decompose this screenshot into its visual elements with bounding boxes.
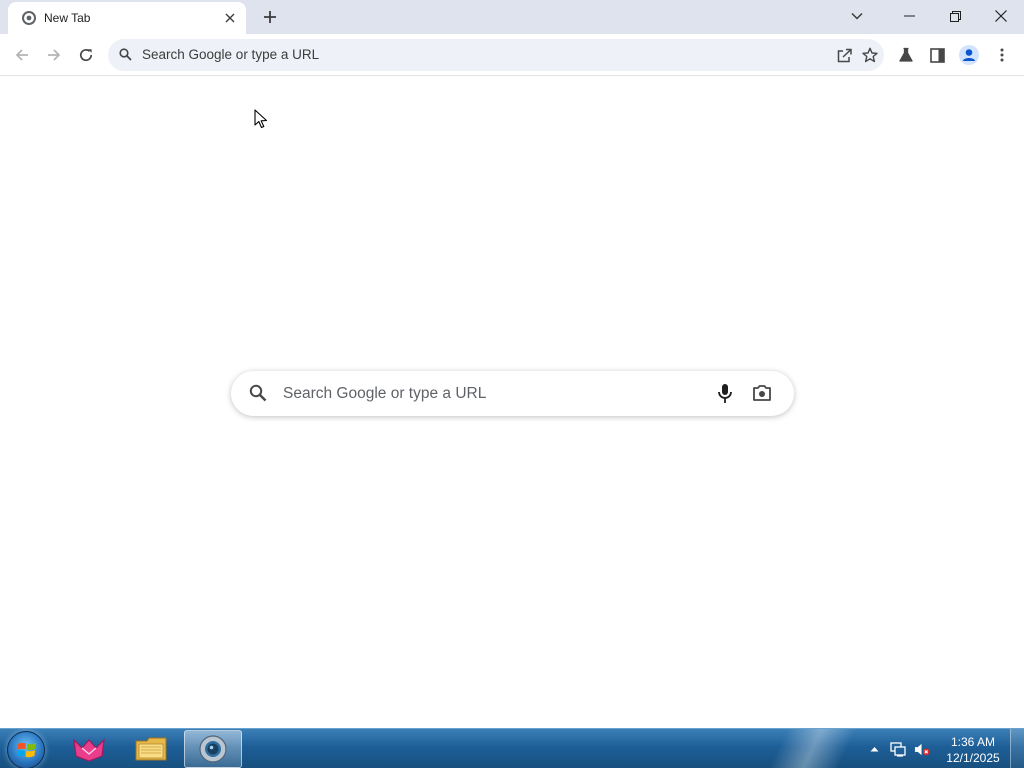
minimize-button[interactable] <box>886 0 932 32</box>
taskbar-app-launcher-icon[interactable] <box>60 730 118 768</box>
network-icon[interactable] <box>890 741 906 757</box>
taskbar: 1:36 AM 12/1/2025 <box>0 728 1024 768</box>
search-icon <box>119 48 132 66</box>
clock-date: 12/1/2025 <box>946 751 1000 765</box>
close-window-button[interactable] <box>978 0 1024 32</box>
reload-button[interactable] <box>72 41 100 69</box>
menu-kebab-icon[interactable] <box>991 44 1013 66</box>
camera-lens-icon[interactable] <box>752 384 772 407</box>
tab-strip: New Tab <box>0 0 1024 34</box>
forward-button[interactable] <box>40 41 68 69</box>
microphone-icon[interactable] <box>717 383 733 409</box>
start-button[interactable] <box>7 731 45 768</box>
tray-overflow-chevron-up-icon[interactable] <box>866 741 882 757</box>
omnibox-input[interactable]: Search Google or type a URL <box>142 47 319 62</box>
back-button[interactable] <box>8 41 36 69</box>
taskbar-chrome-icon[interactable] <box>184 730 242 768</box>
search-icon <box>249 384 267 407</box>
chrome-favicon-icon <box>22 11 36 25</box>
share-icon[interactable] <box>835 45 855 65</box>
bookmark-star-icon[interactable] <box>860 45 880 65</box>
new-tab-button[interactable] <box>258 5 282 29</box>
taskbar-file-explorer-icon[interactable] <box>122 730 180 768</box>
omnibox[interactable]: Search Google or type a URL <box>108 39 884 71</box>
ntp-search-box[interactable]: Search Google or type a URL <box>231 371 794 416</box>
labs-flask-icon[interactable] <box>895 44 917 66</box>
windows-flag-icon <box>17 741 37 765</box>
tab-title: New Tab <box>44 11 91 25</box>
tab-new-tab[interactable]: New Tab <box>8 2 246 34</box>
clock-time: 1:36 AM <box>950 735 996 749</box>
taskbar-glow <box>740 729 880 768</box>
restore-button[interactable] <box>932 0 978 32</box>
browser-toolbar: Search Google or type a URL <box>0 34 1024 76</box>
volume-muted-icon[interactable] <box>914 741 930 757</box>
show-desktop-button[interactable] <box>1010 729 1024 768</box>
mouse-cursor-icon <box>254 109 268 134</box>
profile-avatar-icon[interactable] <box>958 44 980 66</box>
system-clock[interactable]: 1:36 AM 12/1/2025 <box>940 734 1006 766</box>
side-panel-icon[interactable] <box>926 44 948 66</box>
ntp-search-input[interactable]: Search Google or type a URL <box>283 385 486 403</box>
tab-close-icon[interactable] <box>222 10 238 26</box>
tab-search-chevron-down-icon[interactable] <box>834 0 880 32</box>
